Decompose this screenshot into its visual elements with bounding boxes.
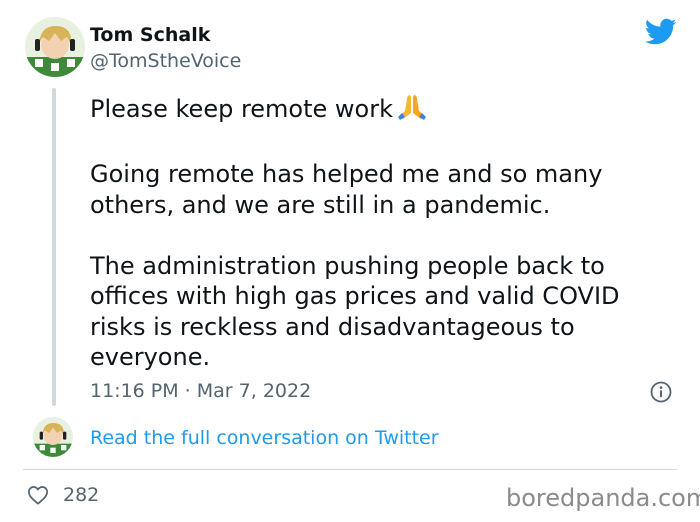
- tweet-timestamp[interactable]: 11:16 PM · Mar 7, 2022: [90, 380, 311, 402]
- thread-line: [52, 88, 56, 406]
- info-icon[interactable]: [650, 381, 672, 403]
- author-name[interactable]: Tom Schalk: [90, 24, 210, 46]
- small-avatar[interactable]: [33, 417, 73, 457]
- author-handle[interactable]: @TomStheVoice: [90, 50, 241, 72]
- tweet-paragraph-2: Going remote has helped me and so many o…: [90, 160, 603, 219]
- watermark: boredpanda.com: [506, 484, 700, 512]
- read-conversation-link[interactable]: Read the full conversation on Twitter: [90, 427, 439, 449]
- like-count: 282: [63, 484, 100, 506]
- heart-icon[interactable]: [27, 485, 49, 505]
- author-avatar[interactable]: [25, 17, 85, 77]
- divider: [23, 469, 677, 470]
- twitter-bird-icon[interactable]: [645, 18, 677, 50]
- tweet-line-1: Please keep remote work: [90, 95, 393, 123]
- tweet-paragraph-3: The administration pushing people back t…: [90, 251, 620, 372]
- folded-hands-icon: [397, 93, 427, 129]
- tweet-text: Please keep remote work Going remote has…: [90, 93, 680, 373]
- tweet-paragraph-1: Please keep remote work: [90, 93, 680, 129]
